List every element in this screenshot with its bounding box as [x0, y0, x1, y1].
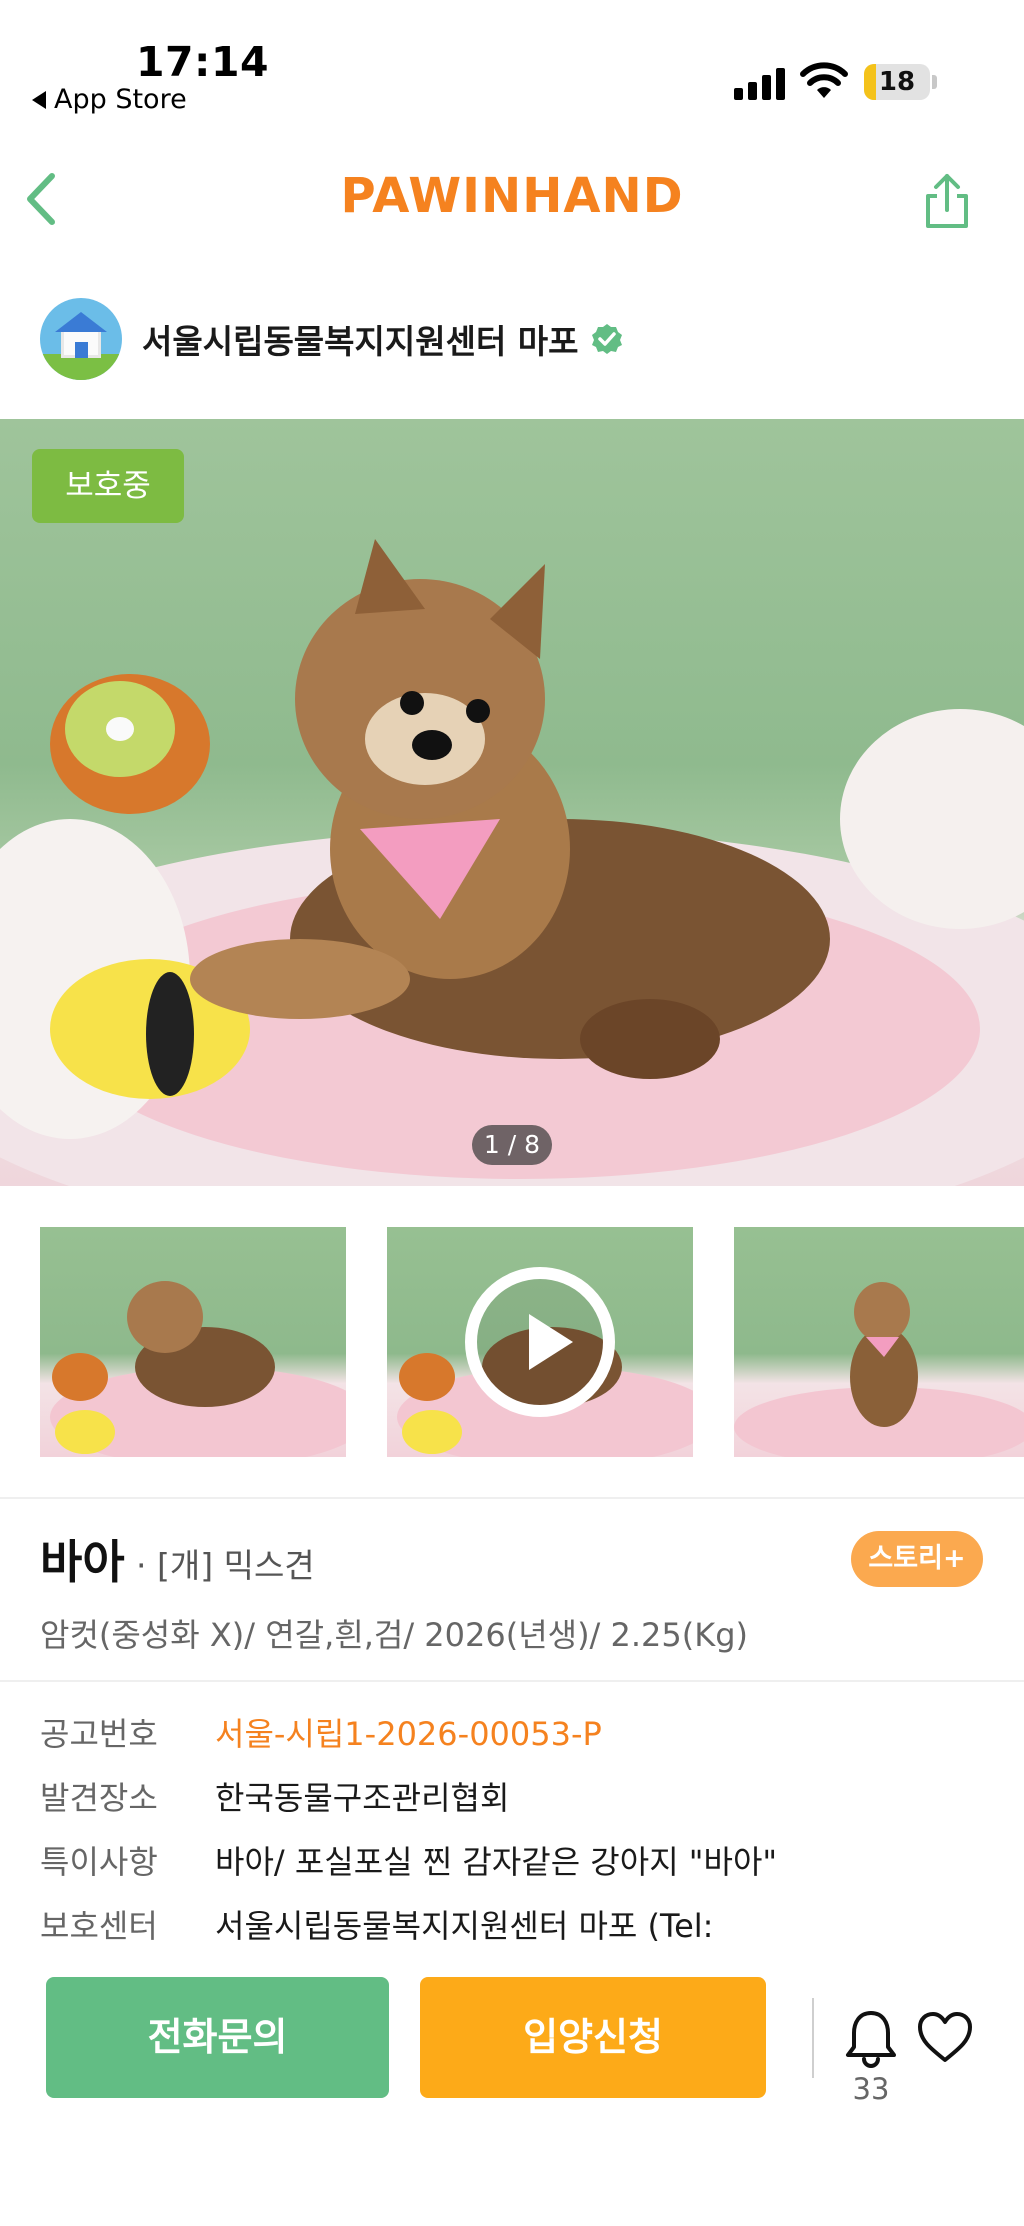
info-row-found-place: 발견장소 한국동물구조관리협회	[40, 1764, 1000, 1828]
shelter-name: 서울시립동물복지지원센터 마포	[142, 322, 579, 361]
info-label: 보호센터	[40, 1907, 158, 1945]
thumbnail-1[interactable]	[40, 1227, 346, 1457]
photo-page-counter: 1 / 8	[472, 1125, 552, 1165]
clock: 17:14	[136, 38, 270, 86]
share-icon[interactable]	[920, 172, 974, 230]
pet-breed: · [개] 믹스견	[136, 1546, 315, 1585]
divider	[0, 1680, 1024, 1682]
thumbnail-2-video[interactable]	[387, 1227, 693, 1457]
info-row-center: 보호센터 서울시립동물복지지원센터 마포 (Tel:	[40, 1892, 1000, 1956]
notification-count: 33	[852, 2072, 890, 2106]
battery-icon: 18	[864, 64, 930, 100]
battery-cap	[932, 75, 937, 89]
cellular-signal-icon	[734, 66, 785, 100]
dog-photo	[0, 539, 1024, 1186]
notes-value: 바아/ 포실포실 찐 감자같은 강아지 "바아"	[215, 1843, 778, 1881]
shelter-header[interactable]: 서울시립동물복지지원센터 마포	[40, 296, 623, 382]
verified-check-icon	[591, 324, 622, 354]
back-to-app-store[interactable]: App Store	[32, 84, 187, 115]
action-divider	[812, 1998, 814, 2078]
divider	[0, 1497, 1024, 1499]
call-inquiry-button[interactable]: 전화문의	[46, 1977, 389, 2098]
story-plus-button[interactable]: 스토리+	[851, 1531, 983, 1587]
bell-icon[interactable]	[843, 2009, 899, 2069]
notice-number-value[interactable]: 서울-시립1-2026-00053-P	[215, 1709, 602, 1755]
pet-attributes: 암컷(중성화 X)/ 연갈,흰,검/ 2026(년생)/ 2.25(Kg)	[40, 1616, 749, 1654]
pet-info-table: 공고번호 서울-시립1-2026-00053-P 발견장소 한국동물구조관리협회…	[40, 1700, 1000, 1956]
back-triangle-icon	[32, 90, 46, 109]
adopt-apply-button[interactable]: 입양신청	[420, 1977, 766, 2098]
photo-thumbnail-strip[interactable]	[40, 1227, 1024, 1457]
play-icon[interactable]	[465, 1267, 615, 1417]
info-label: 특이사항	[40, 1843, 158, 1881]
dog-thumbnail-image	[50, 1281, 346, 1457]
info-label: 발견장소	[40, 1779, 158, 1817]
heart-icon[interactable]	[916, 2010, 974, 2064]
found-place-value: 한국동물구조관리협회	[215, 1779, 510, 1817]
protection-status-tag: 보호중	[32, 449, 184, 523]
battery-level: 18	[878, 67, 916, 97]
pet-photo[interactable]: 보호중 1 / 8	[0, 419, 1024, 1186]
info-row-notice-number: 공고번호 서울-시립1-2026-00053-P	[40, 1700, 1000, 1764]
back-app-label: App Store	[54, 84, 187, 115]
shelter-avatar	[40, 298, 122, 380]
wifi-icon	[800, 62, 848, 98]
brand-logo: PAWINHAND	[340, 168, 684, 224]
status-bar: 17:14 App Store 18	[0, 0, 1024, 130]
info-label: 공고번호	[40, 1715, 158, 1753]
pet-name: 바아	[40, 1535, 125, 1589]
dog-thumbnail-image	[734, 1282, 1024, 1457]
info-row-notes: 특이사항 바아/ 포실포실 찐 감자같은 강아지 "바아"	[40, 1828, 1000, 1892]
center-value: 서울시립동물복지지원센터 마포 (Tel:	[215, 1907, 714, 1945]
thumbnail-3[interactable]	[734, 1227, 1024, 1457]
